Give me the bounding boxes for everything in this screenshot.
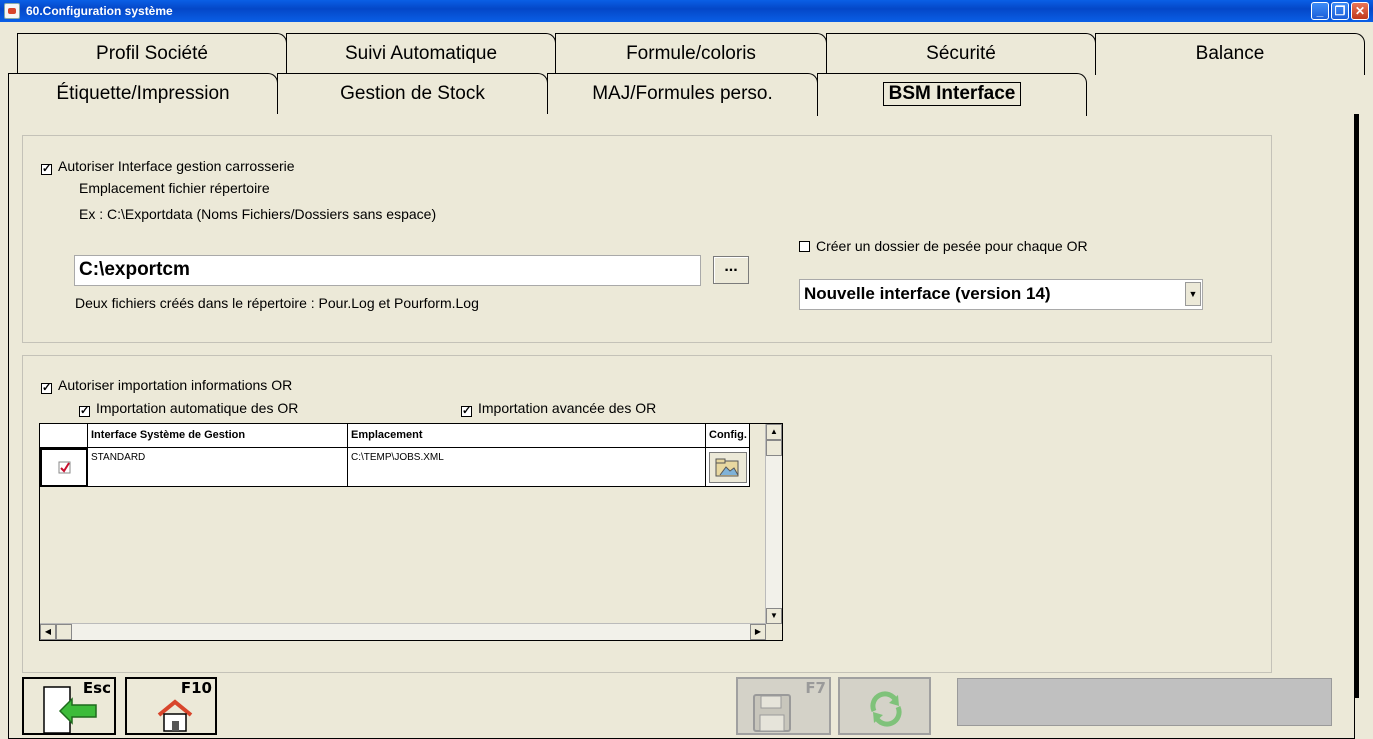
folder-config-icon <box>715 458 739 477</box>
interface-carrosserie-group: ✓ Autoriser Interface gestion carrosserie… <box>22 135 1272 343</box>
row-select-cell[interactable] <box>40 448 88 487</box>
advanced-import-checkbox[interactable]: ✓ <box>461 406 472 417</box>
allow-import-checkbox[interactable]: ✓ <box>41 383 52 394</box>
refresh-button[interactable] <box>838 677 931 735</box>
scroll-down-icon[interactable]: ▼ <box>766 608 782 624</box>
allow-interface-checkbox[interactable]: ✓ <box>41 164 52 175</box>
vertical-scroll-thumb[interactable] <box>766 440 782 456</box>
tab-profil-societe[interactable]: Profil Société <box>17 33 287 75</box>
floppy-disk-icon <box>753 694 791 732</box>
allow-interface-row[interactable]: ✓ Autoriser Interface gestion carrosserie <box>41 158 295 175</box>
tab-balance[interactable]: Balance <box>1095 33 1365 75</box>
auto-import-label: Importation automatique des OR <box>96 400 299 416</box>
tab-label: Suivi Automatique <box>344 43 498 64</box>
table-vertical-scrollbar[interactable]: ▲ ▼ <box>765 424 782 624</box>
interface-version-select[interactable]: Nouvelle interface (version 14) ▼ <box>799 279 1203 310</box>
restore-button[interactable]: ❐ <box>1331 2 1349 20</box>
table-horizontal-scrollbar[interactable]: ◀ ▶ <box>40 623 766 640</box>
auto-import-checkbox[interactable]: ✓ <box>79 406 90 417</box>
minimize-button[interactable]: _ <box>1311 2 1329 20</box>
table-header-select <box>40 424 88 448</box>
tab-gestion-stock[interactable]: Gestion de Stock <box>277 73 548 115</box>
scroll-left-icon[interactable]: ◀ <box>40 624 56 640</box>
files-note: Deux fichiers créés dans le répertoire :… <box>75 295 479 311</box>
tab-label: BSM Interface <box>882 82 1022 106</box>
app-icon <box>4 3 20 19</box>
allow-interface-label: Autoriser Interface gestion carrosserie <box>58 158 295 174</box>
example-text: Ex : C:\Exportdata (Noms Fichiers/Dossie… <box>79 206 437 222</box>
table-header-config: Config. <box>706 424 750 448</box>
create-folder-row[interactable]: Créer un dossier de pesée pour chaque OR <box>799 238 1088 254</box>
panel-edge <box>1355 114 1359 698</box>
home-icon <box>157 699 193 732</box>
tab-label: MAJ/Formules perso. <box>592 83 773 104</box>
save-button[interactable]: F7 <box>736 677 831 735</box>
browse-button[interactable]: ... <box>713 256 749 284</box>
tab-label: Gestion de Stock <box>340 83 485 104</box>
tab-label: Étiquette/Impression <box>56 83 230 104</box>
checked-box-icon[interactable] <box>58 461 72 475</box>
scroll-up-icon[interactable]: ▲ <box>766 424 782 440</box>
row-config-cell <box>706 448 750 487</box>
f7-key-label: F7 <box>805 679 826 697</box>
title-bar: 60.Configuration système _ ❐ ✕ <box>0 0 1373 22</box>
f10-key-label: F10 <box>180 679 212 697</box>
advanced-import-row[interactable]: ✓ Importation avancée des OR <box>461 400 656 417</box>
dropdown-arrow-icon[interactable]: ▼ <box>1185 282 1201 306</box>
tab-label: Balance <box>1195 43 1265 64</box>
table-header-location: Emplacement <box>348 424 706 448</box>
export-path-input[interactable]: C:\exportcm <box>74 255 701 286</box>
auto-import-row[interactable]: ✓ Importation automatique des OR <box>79 400 298 417</box>
row-location-cell[interactable]: C:\TEMP\JOBS.XML <box>348 448 706 487</box>
exit-door-icon <box>43 686 97 734</box>
exit-button[interactable]: Esc <box>22 677 116 735</box>
close-button[interactable]: ✕ <box>1351 2 1369 20</box>
scroll-right-icon[interactable]: ▶ <box>750 624 766 640</box>
create-folder-label: Créer un dossier de pesée pour chaque OR <box>816 238 1088 254</box>
status-display <box>957 678 1332 726</box>
window-title: 60.Configuration système <box>26 4 173 18</box>
interface-version-value: Nouvelle interface (version 14) <box>804 284 1051 303</box>
tab-label: Formule/coloris <box>626 43 756 64</box>
location-label: Emplacement fichier répertoire <box>79 180 270 196</box>
tab-suivi-automatique[interactable]: Suivi Automatique <box>286 33 556 75</box>
interface-table: Interface Système de Gestion Emplacement… <box>39 423 783 641</box>
config-button[interactable] <box>709 452 747 483</box>
table-header-system: Interface Système de Gestion <box>88 424 348 448</box>
tab-maj-formules-perso[interactable]: MAJ/Formules perso. <box>547 73 818 115</box>
refresh-icon <box>870 691 902 727</box>
tab-formule-coloris[interactable]: Formule/coloris <box>555 33 827 75</box>
window-controls: _ ❐ ✕ <box>1311 2 1369 20</box>
tab-label: Sécurité <box>926 43 996 64</box>
tab-etiquette-impression[interactable]: Étiquette/Impression <box>8 73 278 115</box>
home-button[interactable]: F10 <box>125 677 217 735</box>
row-system-cell[interactable]: STANDARD <box>88 448 348 487</box>
horizontal-scroll-thumb[interactable] <box>56 624 72 640</box>
create-folder-checkbox[interactable] <box>799 241 810 252</box>
tab-label: Profil Société <box>96 43 208 64</box>
allow-import-label: Autoriser importation informations OR <box>58 377 293 393</box>
tab-bsm-interface[interactable]: BSM Interface <box>817 73 1087 116</box>
allow-import-row[interactable]: ✓ Autoriser importation informations OR <box>41 377 292 394</box>
tab-securite[interactable]: Sécurité <box>826 33 1096 75</box>
advanced-import-label: Importation avancée des OR <box>478 400 657 416</box>
